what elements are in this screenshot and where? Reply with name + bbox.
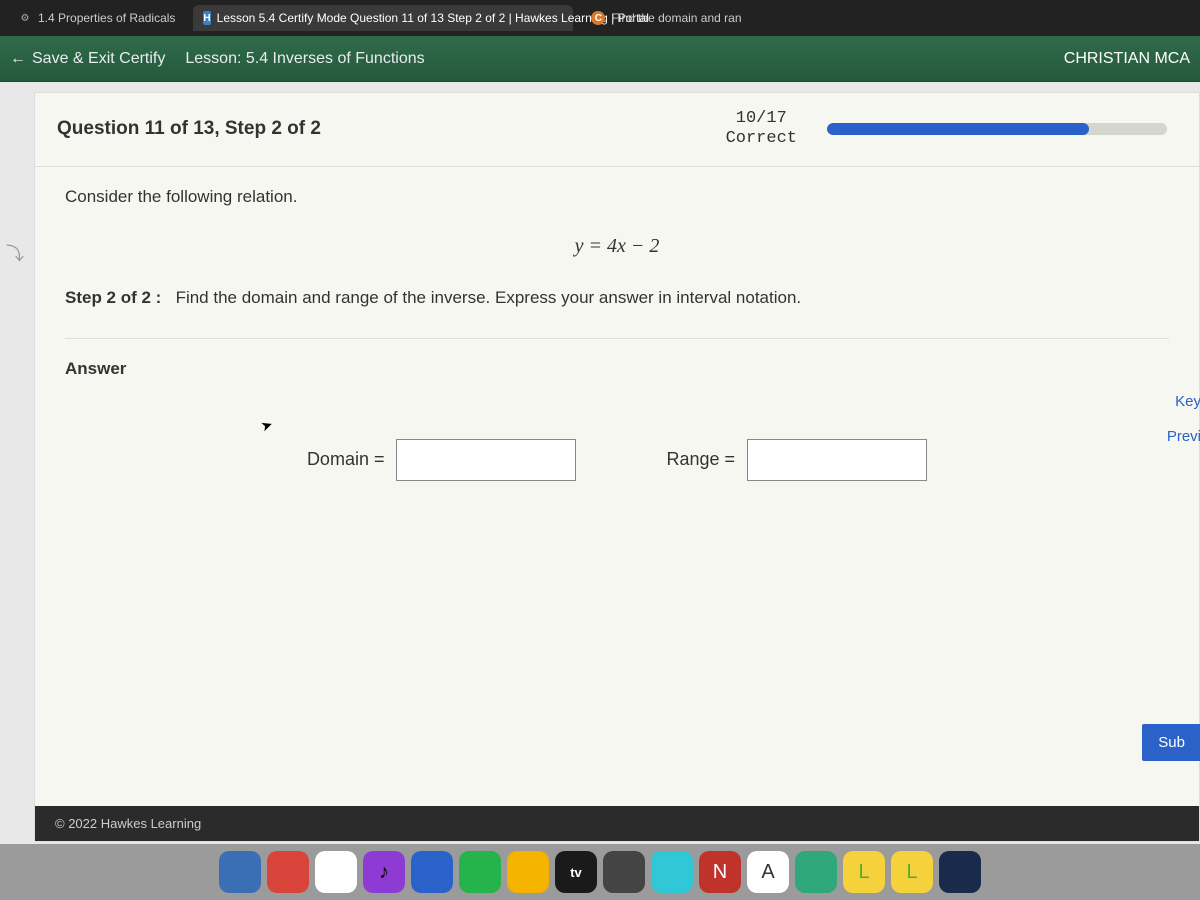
score-box: 10/17 Correct [696,109,827,150]
range-label: Range = [666,449,735,470]
dock-music-icon[interactable]: ♪ [363,851,405,893]
side-links: Key Previ [1167,393,1200,463]
inputs-row: Domain = Range = [65,439,1169,481]
question-header: Question 11 of 13, Step 2 of 2 10/17 Cor… [35,93,1199,167]
consider-text: Consider the following relation. [65,187,1169,207]
answer-label: Answer [65,359,1169,379]
footer-bar: © 2022 Hawkes Learning [35,806,1199,841]
progress-bar [827,123,1167,135]
keyboard-shortcuts-link[interactable]: Key [1167,393,1200,410]
dock-app-7[interactable] [507,851,549,893]
hawkes-icon: H [203,11,210,25]
score-fraction: 10/17 [726,109,797,129]
arrow-left-icon: ← [10,50,26,68]
dock-app-14[interactable]: L [843,851,885,893]
dock-appletv-icon[interactable]: tv [555,851,597,893]
step-prefix: Step 2 of 2 : [65,288,161,307]
question-body: Consider the following relation. y = 4x … [35,167,1199,501]
answer-section: Answer Domain = Range = [65,338,1169,481]
dock-app-3[interactable] [315,851,357,893]
dock-font-icon[interactable]: A [747,851,789,893]
dock-app-5[interactable] [411,851,453,893]
domain-label: Domain = [307,449,385,470]
dock-app-1[interactable] [219,851,261,893]
dock-app-9[interactable] [603,851,645,893]
dock-app-11[interactable]: N [699,851,741,893]
save-exit-label: Save & Exit Certify [32,50,165,68]
domain-input-group: Domain = [307,439,577,481]
browser-tab-hawkes[interactable]: H Lesson 5.4 Certify Mode Question 11 of… [193,5,573,31]
tab-label: Find the domain and ran [611,11,741,25]
expand-caret-icon[interactable]: ⤵ [6,240,24,266]
dock-app-10[interactable] [651,851,693,893]
lesson-header-bar: ← Save & Exit Certify Lesson: 5.4 Invers… [0,36,1200,82]
dock-app-13[interactable] [795,851,837,893]
appletv-label: tv [570,865,582,880]
step-text: Find the domain and range of the inverse… [176,288,802,307]
submit-button[interactable]: Sub [1142,724,1200,761]
save-exit-certify-link[interactable]: ← Save & Exit Certify [10,50,165,68]
dock-app-6[interactable] [459,851,501,893]
dock-steam-icon[interactable] [939,851,981,893]
browser-tab-chegg[interactable]: C Find the domain and ran [581,5,751,31]
range-input-group: Range = [666,439,927,481]
copyright-text: © 2022 Hawkes Learning [55,816,201,831]
progress-fill [827,123,1089,135]
chegg-icon: C [591,11,605,25]
browser-tabs-bar: ⚙ 1.4 Properties of Radicals H Lesson 5.… [0,0,1200,36]
user-name: CHRISTIAN MCA [1064,50,1190,68]
macos-dock: ♪ tv N A L L [0,844,1200,900]
score-label: Correct [726,129,797,149]
dock-app-2[interactable] [267,851,309,893]
equation-text: y = 4x − 2 [65,235,1169,258]
step-instruction: Step 2 of 2 : Find the domain and range … [65,288,1169,308]
previous-step-link[interactable]: Previ [1167,428,1200,445]
gear-icon: ⚙ [18,11,32,25]
browser-tab-radicals[interactable]: ⚙ 1.4 Properties of Radicals [8,5,185,31]
domain-input[interactable] [396,439,576,481]
lesson-title: Lesson: 5.4 Inverses of Functions [185,50,424,68]
question-title: Question 11 of 13, Step 2 of 2 [57,118,696,140]
tab-label: 1.4 Properties of Radicals [38,11,175,25]
question-card: Question 11 of 13, Step 2 of 2 10/17 Cor… [34,92,1200,842]
dock-app-15[interactable]: L [891,851,933,893]
range-input[interactable] [747,439,927,481]
